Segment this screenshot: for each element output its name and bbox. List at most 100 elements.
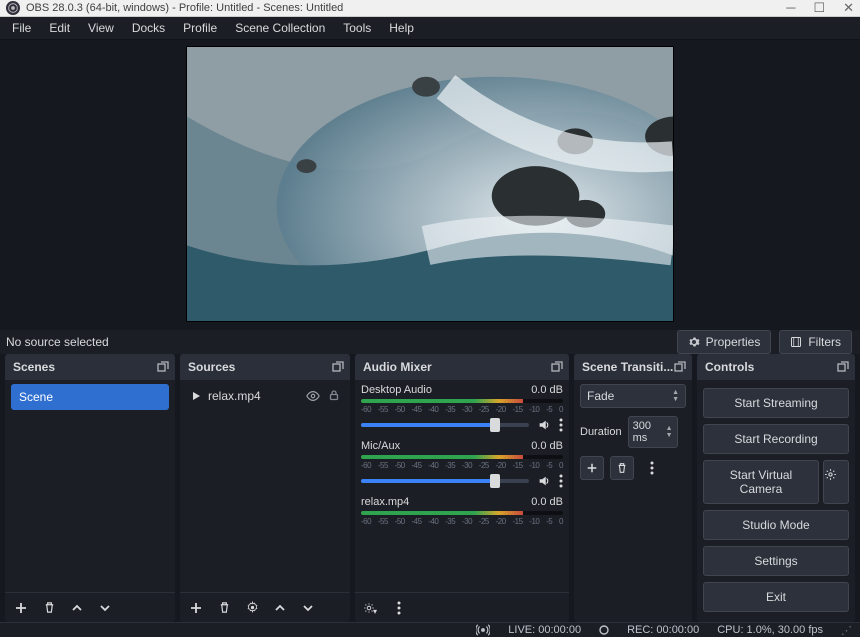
audio-meter (361, 399, 563, 403)
window-title: OBS 28.0.3 (64-bit, windows) - Profile: … (26, 2, 343, 14)
popout-icon[interactable] (837, 361, 849, 373)
menu-file[interactable]: File (4, 17, 39, 39)
audio-meter (361, 455, 563, 459)
close-button[interactable]: ✕ (843, 0, 854, 16)
mixer-header: Audio Mixer (355, 354, 569, 380)
gear-icon (688, 336, 700, 348)
properties-button[interactable]: Properties (677, 330, 772, 354)
maximize-button[interactable]: ☐ (813, 0, 825, 16)
minimize-button[interactable]: ─ (786, 0, 795, 16)
caret-updown-icon: ▲▼ (672, 389, 679, 403)
meter-ticks: -60-55-50-45-40-35-30-25-20-15-10-50 (361, 461, 563, 470)
start-streaming-button[interactable]: Start Streaming (703, 388, 849, 418)
channel-name: relax.mp4 (361, 496, 409, 508)
no-source-label: No source selected (6, 335, 109, 349)
channel-name: Desktop Audio (361, 384, 432, 396)
popout-icon[interactable] (551, 361, 563, 373)
menu-view[interactable]: View (80, 17, 122, 39)
duration-value: 300 ms (633, 420, 666, 444)
delete-source-button[interactable] (214, 598, 234, 618)
move-source-up-button[interactable] (270, 598, 290, 618)
menu-scene-collection[interactable]: Scene Collection (227, 17, 333, 39)
mixer-menu-button[interactable] (389, 598, 409, 618)
mixer-title: Audio Mixer (363, 360, 432, 374)
scenes-header: Scenes (5, 354, 175, 380)
scene-item[interactable]: Scene (11, 384, 169, 410)
move-scene-up-button[interactable] (67, 598, 87, 618)
channel-menu-button[interactable] (559, 418, 563, 432)
menu-help[interactable]: Help (381, 17, 422, 39)
exit-button[interactable]: Exit (703, 582, 849, 612)
source-settings-button[interactable] (242, 598, 262, 618)
add-source-button[interactable] (186, 598, 206, 618)
properties-label: Properties (706, 335, 761, 349)
mixer-channel: relax.mp4 0.0 dB -60-55-50-45-40-35-30-25-… (361, 496, 563, 526)
transition-select[interactable]: Fade ▲▼ (580, 384, 686, 408)
speaker-icon[interactable] (537, 474, 551, 488)
controls-dock: Controls Start Streaming Start Recording… (697, 354, 855, 622)
virtual-camera-settings-button[interactable] (823, 460, 849, 504)
filters-icon (790, 336, 802, 348)
menu-tools[interactable]: Tools (335, 17, 379, 39)
scenes-dock: Scenes Scene (5, 354, 175, 622)
menubar: File Edit View Docks Profile Scene Colle… (0, 17, 860, 40)
duration-input[interactable]: 300 ms ▲▼ (628, 416, 678, 448)
source-item[interactable]: relax.mp4 (186, 384, 344, 408)
sources-dock: Sources relax.mp4 (180, 354, 350, 622)
meter-ticks: -60-55-50-45-40-35-30-25-20-15-10-50 (361, 405, 563, 414)
menu-profile[interactable]: Profile (175, 17, 225, 39)
filters-button[interactable]: Filters (779, 330, 852, 354)
play-icon (190, 390, 202, 402)
popout-icon[interactable] (674, 361, 686, 373)
move-source-down-button[interactable] (298, 598, 318, 618)
mixer-channel: Desktop Audio 0.0 dB -60-55-50-45-40-35-30… (361, 384, 563, 432)
lock-icon[interactable] (328, 389, 340, 403)
start-virtual-camera-button[interactable]: Start Virtual Camera (703, 460, 819, 504)
controls-header: Controls (697, 354, 855, 380)
audio-mixer-dock: Audio Mixer Desktop Audio 0.0 dB -60-55-50… (355, 354, 569, 622)
caret-updown-icon: ▲▼ (666, 425, 673, 439)
delete-transition-button[interactable] (610, 456, 634, 480)
broadcast-icon (476, 623, 490, 637)
rec-status: REC: 00:00:00 (627, 624, 699, 636)
channel-db: 0.0 dB (531, 496, 563, 508)
sources-title: Sources (188, 360, 235, 374)
visibility-icon[interactable] (306, 389, 320, 403)
advanced-audio-button[interactable]: ▾ (361, 598, 381, 618)
resize-grip-icon[interactable]: ⋰ (841, 624, 852, 637)
add-scene-button[interactable] (11, 598, 31, 618)
rec-icon (599, 625, 609, 635)
preview-area (0, 40, 860, 330)
transitions-dock: Scene Transiti... Fade ▲▼ Duration 300 m… (574, 354, 692, 622)
channel-name: Mic/Aux (361, 440, 400, 452)
delete-scene-button[interactable] (39, 598, 59, 618)
statusbar: LIVE: 00:00:00 REC: 00:00:00 CPU: 1.0%, … (0, 622, 860, 637)
volume-slider[interactable] (361, 479, 529, 483)
cpu-status: CPU: 1.0%, 30.00 fps (717, 624, 823, 636)
obs-logo-icon (6, 1, 20, 15)
meter-ticks: -60-55-50-45-40-35-30-25-20-15-10-50 (361, 517, 563, 526)
channel-db: 0.0 dB (531, 440, 563, 452)
add-transition-button[interactable] (580, 456, 604, 480)
menu-edit[interactable]: Edit (41, 17, 78, 39)
move-scene-down-button[interactable] (95, 598, 115, 618)
window-titlebar: OBS 28.0.3 (64-bit, windows) - Profile: … (0, 0, 860, 17)
settings-button[interactable]: Settings (703, 546, 849, 576)
audio-meter (361, 511, 563, 515)
transitions-title: Scene Transiti... (582, 360, 673, 374)
popout-icon[interactable] (157, 361, 169, 373)
preview-canvas[interactable] (186, 46, 674, 322)
transition-menu-button[interactable] (640, 456, 664, 480)
popout-icon[interactable] (332, 361, 344, 373)
start-recording-button[interactable]: Start Recording (703, 424, 849, 454)
studio-mode-button[interactable]: Studio Mode (703, 510, 849, 540)
channel-db: 0.0 dB (531, 384, 563, 396)
mixer-channel: Mic/Aux 0.0 dB -60-55-50-45-40-35-30-25-20… (361, 440, 563, 488)
menu-docks[interactable]: Docks (124, 17, 173, 39)
live-status: LIVE: 00:00:00 (508, 624, 581, 636)
source-toolbar: No source selected Properties Filters (0, 330, 860, 354)
channel-menu-button[interactable] (559, 474, 563, 488)
speaker-icon[interactable] (537, 418, 551, 432)
volume-slider[interactable] (361, 423, 529, 427)
transitions-header: Scene Transiti... (574, 354, 692, 380)
